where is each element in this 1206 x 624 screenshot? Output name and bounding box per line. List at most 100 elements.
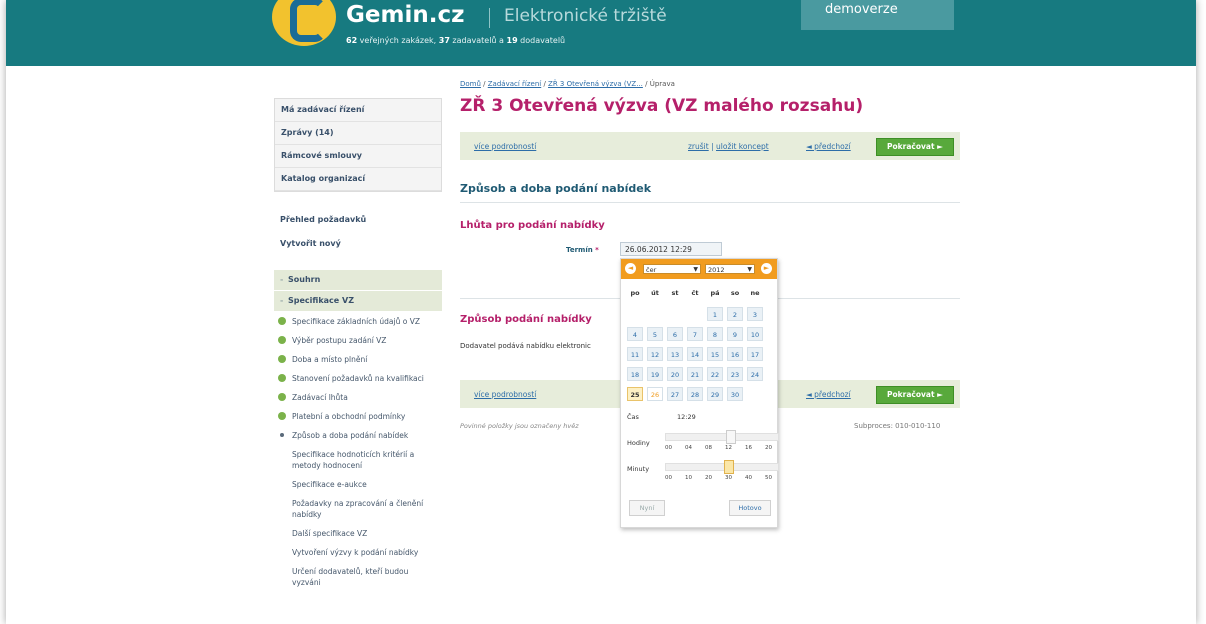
- calendar-day[interactable]: 11: [627, 347, 643, 361]
- datepicker-header: ◄ čer ▼ 2012 ▼ ►: [621, 259, 777, 279]
- breadcrumb-item[interactable]: ZŘ 3 Otevřená výzva (VZ...: [548, 80, 643, 88]
- calendar-day[interactable]: 9: [727, 327, 743, 341]
- sidebar-step[interactable]: Specifikace základních údajů o VZ: [274, 312, 442, 331]
- next-month-icon[interactable]: ►: [761, 263, 772, 274]
- sidebar-link-requests[interactable]: Přehled požadavků: [274, 208, 442, 232]
- sidebar-item-framework-contracts[interactable]: Rámcové smlouvy: [275, 145, 441, 168]
- calendar-day[interactable]: 30: [727, 387, 743, 401]
- calendar-day[interactable]: 7: [687, 327, 703, 341]
- more-details-link[interactable]: více podrobností: [474, 142, 536, 151]
- breadcrumb-procedures[interactable]: Zadávací řízení: [488, 80, 541, 88]
- calendar-day[interactable]: 3: [747, 307, 763, 321]
- month-value: čer: [646, 266, 657, 274]
- sidebar-step-label: Vytvoření výzvy k podání nabídky: [292, 548, 419, 557]
- calendar-day[interactable]: 1: [707, 307, 723, 321]
- calendar-day[interactable]: 13: [667, 347, 683, 361]
- slider-tick-label: 08: [705, 445, 712, 451]
- slider-tick-label: 04: [685, 445, 692, 451]
- sidebar-step[interactable]: Způsob a doba podání nabídek: [274, 426, 442, 445]
- sidebar-step[interactable]: Zadávací lhůta: [274, 388, 442, 407]
- chevron-down-icon: ▼: [693, 266, 698, 273]
- logo-mark: [290, 0, 326, 42]
- calendar-day[interactable]: 24: [747, 367, 763, 381]
- prev-month-icon[interactable]: ◄: [625, 263, 636, 274]
- sidebar-step-label: Stanovení požadavků na kvalifikaci: [292, 374, 424, 383]
- breadcrumb-sep: /: [480, 80, 488, 88]
- sidebar-item-messages[interactable]: Zprávy (14): [275, 122, 441, 145]
- calendar-day[interactable]: 4: [627, 327, 643, 341]
- calendar-day[interactable]: 8: [707, 327, 723, 341]
- required-marker: *: [595, 246, 599, 254]
- previous-link[interactable]: ◄ předchozí: [806, 390, 851, 399]
- calendar-day[interactable]: 5: [647, 327, 663, 341]
- hours-slider[interactable]: [665, 430, 779, 444]
- now-button[interactable]: Nyní: [629, 500, 665, 516]
- sidebar-step[interactable]: Další specifikace VZ: [274, 524, 442, 543]
- sidebar-step[interactable]: Vytvoření výzvy k podání nabídky: [274, 543, 442, 562]
- section-divider: [460, 202, 960, 203]
- calendar-day[interactable]: 10: [747, 327, 763, 341]
- hours-label: Hodiny: [627, 439, 650, 447]
- calendar-day[interactable]: 2: [727, 307, 743, 321]
- calendar-day[interactable]: 16: [727, 347, 743, 361]
- calendar-day[interactable]: 25: [627, 387, 643, 401]
- sidebar-step[interactable]: Stanovení požadavků na kvalifikaci: [274, 369, 442, 388]
- calendar-day[interactable]: 18: [627, 367, 643, 381]
- brand-name[interactable]: Gemin.cz: [346, 2, 464, 28]
- sidebar-section-spec[interactable]: Specifikace VZ: [274, 291, 442, 312]
- sidebar-item-my-procedures[interactable]: Má zadávací řízení: [275, 99, 441, 122]
- minutes-slider[interactable]: [665, 460, 779, 474]
- calendar-day[interactable]: 21: [687, 367, 703, 381]
- required-note: Povinné položky jsou označeny hvěz: [460, 422, 579, 430]
- previous-link[interactable]: ◄ předchozí: [806, 142, 851, 151]
- breadcrumb-home[interactable]: Domů: [460, 80, 481, 88]
- calendar-day[interactable]: 28: [687, 387, 703, 401]
- continue-button[interactable]: Pokračovat ►: [876, 386, 954, 404]
- calendar-day[interactable]: 23: [727, 367, 743, 381]
- breadcrumb-sep: /: [541, 80, 549, 88]
- sidebar-section-summary[interactable]: Souhrn: [274, 270, 442, 291]
- calendar-day[interactable]: 19: [647, 367, 663, 381]
- term-input[interactable]: 26.06.2012 12:29: [620, 242, 722, 256]
- calendar-day[interactable]: 20: [667, 367, 683, 381]
- save-draft-link[interactable]: uložit koncept: [716, 142, 769, 151]
- sidebar-link-create-new[interactable]: Vytvořit nový: [274, 232, 442, 256]
- calendar-day[interactable]: 15: [707, 347, 723, 361]
- calendar-day[interactable]: 27: [667, 387, 683, 401]
- sidebar-item-catalog[interactable]: Katalog organizací: [275, 168, 441, 191]
- more-details-link[interactable]: více podrobností: [474, 390, 536, 399]
- calendar-day[interactable]: 17: [747, 347, 763, 361]
- time-label: Čas: [627, 413, 639, 421]
- calendar-day[interactable]: 6: [667, 327, 683, 341]
- sidebar-step[interactable]: Výběr postupu zadání VZ: [274, 331, 442, 350]
- weekday-label: pá: [710, 289, 720, 297]
- bar-link-sep: |: [708, 142, 717, 151]
- calendar-day[interactable]: 29: [707, 387, 723, 401]
- calendar-day[interactable]: 26: [647, 387, 663, 401]
- gemin-logo-icon[interactable]: [272, 0, 336, 46]
- sidebar-step[interactable]: Doba a místo plnění: [274, 350, 442, 369]
- calendar-day[interactable]: 22: [707, 367, 723, 381]
- bar-links: zrušit | uložit koncept: [688, 142, 769, 151]
- slider-tick-label: 40: [745, 475, 752, 481]
- browser-page: Gemin.cz Elektronické tržiště 62 veřejný…: [6, 0, 1196, 624]
- cancel-link[interactable]: zrušit: [688, 142, 709, 151]
- sidebar-step[interactable]: Určení dodavatelů, kteří budou vyzváni: [274, 562, 442, 592]
- month-select[interactable]: čer ▼: [643, 264, 701, 274]
- slider-tick-label: 12: [725, 445, 732, 451]
- sidebar-step-label: Výběr postupu zadání VZ: [292, 336, 387, 345]
- calendar-day[interactable]: 12: [647, 347, 663, 361]
- sidebar-step[interactable]: Platební a obchodní podmínky: [274, 407, 442, 426]
- minutes-slider-handle[interactable]: [724, 460, 734, 474]
- done-button[interactable]: Hotovo: [729, 500, 771, 516]
- sidebar-step-label: Požadavky na zpracování a členění nabídk…: [292, 499, 424, 519]
- sidebar-step[interactable]: Specifikace e-aukce: [274, 475, 442, 494]
- hours-slider-handle[interactable]: [726, 430, 736, 444]
- calendar-day[interactable]: 14: [687, 347, 703, 361]
- year-select[interactable]: 2012 ▼: [705, 264, 755, 274]
- stat-submitters: 37: [438, 36, 450, 45]
- stat-suppliers: 19: [506, 36, 518, 45]
- sidebar-step[interactable]: Požadavky na zpracování a členění nabídk…: [274, 494, 442, 524]
- continue-button[interactable]: Pokračovat ►: [876, 138, 954, 156]
- sidebar-step[interactable]: Specifikace hodnoticích kritérií a metod…: [274, 445, 442, 475]
